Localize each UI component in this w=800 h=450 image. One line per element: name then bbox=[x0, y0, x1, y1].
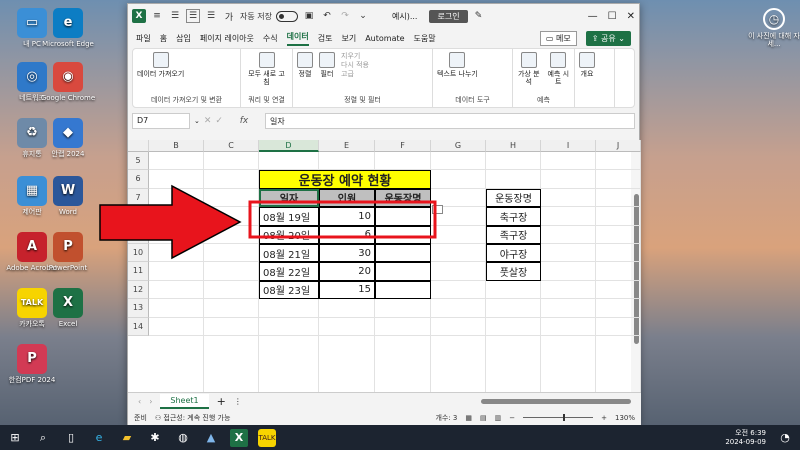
taskbar: ⊞ ⌕ ▯ e ▰ ✱ ◍ ▲ X TALK 오전 6:39 2024-09-0… bbox=[0, 425, 800, 450]
clock-time: 오전 6:39 bbox=[735, 428, 766, 437]
kakaotalk-taskbar-icon[interactable]: TALK bbox=[258, 428, 276, 447]
app-icon-2[interactable]: ◍ bbox=[174, 429, 192, 447]
excel-taskbar-icon[interactable]: X bbox=[230, 428, 248, 447]
file-explorer-icon[interactable]: ▰ bbox=[118, 429, 136, 447]
clock[interactable]: 오전 6:39 2024-09-09 bbox=[725, 429, 766, 447]
edge-icon[interactable]: e bbox=[90, 429, 108, 447]
clock-date: 2024-09-09 bbox=[725, 437, 766, 446]
annotation-overlay bbox=[99, 184, 437, 260]
highlight-box bbox=[248, 200, 437, 239]
app-icon-3[interactable]: ▲ bbox=[202, 429, 220, 447]
task-view-icon[interactable]: ▯ bbox=[62, 429, 80, 447]
red-arrow bbox=[99, 184, 242, 260]
app-icon-1[interactable]: ✱ bbox=[146, 429, 164, 447]
notification-icon[interactable]: ◔ bbox=[776, 429, 794, 447]
search-icon[interactable]: ⌕ bbox=[34, 429, 52, 447]
start-icon[interactable]: ⊞ bbox=[6, 429, 24, 447]
